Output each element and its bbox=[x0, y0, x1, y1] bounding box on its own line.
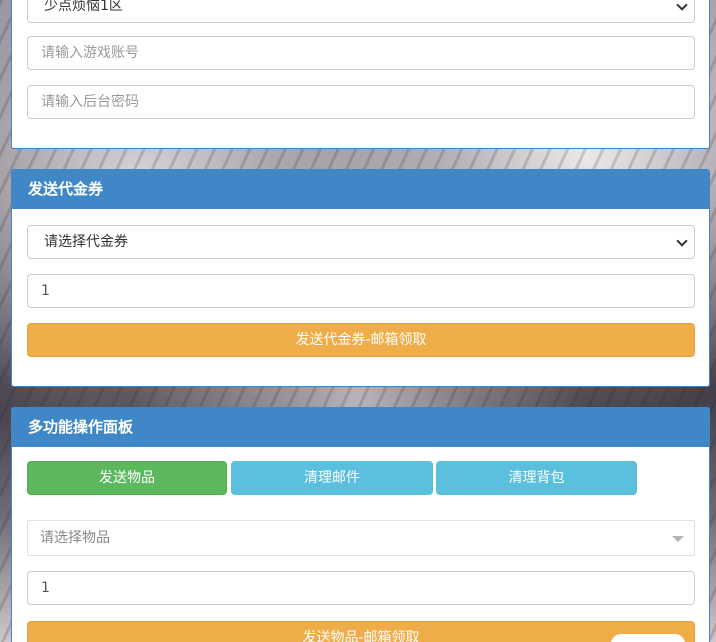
account-input-placeholder: 请输入游戏账号 bbox=[41, 45, 139, 61]
item-select[interactable]: 请选择物品 bbox=[27, 520, 695, 556]
voucher-quantity-input[interactable]: 1 bbox=[27, 274, 695, 308]
multi-function-panel: 多功能操作面板 发送物品 清理邮件 清理背包 请选择物品 1 发送物品-邮箱领取 bbox=[11, 407, 710, 642]
tab-send-item[interactable]: 发送物品 bbox=[27, 461, 227, 495]
voucher-panel-title: 发送代金券 bbox=[12, 170, 709, 209]
item-quantity-value: 1 bbox=[41, 580, 50, 596]
server-select-value: 少点烦恼1区 bbox=[44, 0, 123, 14]
chevron-down-icon bbox=[676, 235, 688, 247]
tab-clear-bag-label: 清理背包 bbox=[508, 470, 565, 486]
voucher-quantity-value: 1 bbox=[41, 283, 50, 299]
send-item-button-label: 发送物品-邮箱领取 bbox=[302, 630, 420, 642]
item-quantity-input[interactable]: 1 bbox=[27, 571, 695, 605]
item-select-placeholder: 请选择物品 bbox=[40, 530, 110, 546]
tab-clear-mail[interactable]: 清理邮件 bbox=[231, 461, 433, 495]
voucher-panel: 发送代金券 请选择代金券 1 发送代金券-邮箱领取 bbox=[11, 169, 710, 387]
multi-function-panel-title: 多功能操作面板 bbox=[12, 408, 709, 447]
tab-clear-bag[interactable]: 清理背包 bbox=[436, 461, 637, 495]
send-voucher-button-label: 发送代金券-邮箱领取 bbox=[295, 332, 427, 348]
tab-clear-mail-label: 清理邮件 bbox=[304, 470, 360, 486]
voucher-select[interactable]: 请选择代金券 bbox=[27, 225, 695, 259]
floating-widget[interactable] bbox=[611, 634, 685, 642]
account-input[interactable]: 请输入游戏账号 bbox=[27, 36, 695, 70]
chevron-down-icon bbox=[676, 0, 688, 11]
server-select[interactable]: 少点烦恼1区 bbox=[27, 0, 695, 23]
caret-down-icon bbox=[672, 536, 684, 542]
voucher-select-value: 请选择代金券 bbox=[44, 234, 128, 250]
send-voucher-button[interactable]: 发送代金券-邮箱领取 bbox=[27, 323, 695, 357]
tab-send-item-label: 发送物品 bbox=[99, 470, 155, 486]
login-panel: 少点烦恼1区 请输入游戏账号 请输入后台密码 bbox=[11, 0, 710, 149]
password-input-placeholder: 请输入后台密码 bbox=[41, 94, 139, 110]
password-input[interactable]: 请输入后台密码 bbox=[27, 85, 695, 119]
send-item-button[interactable]: 发送物品-邮箱领取 bbox=[27, 621, 695, 642]
